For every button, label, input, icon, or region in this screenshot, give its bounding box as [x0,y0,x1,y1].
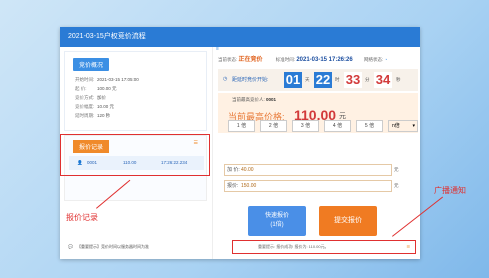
notice-text: 💬 【重要提示】竞价时间以服务器时间为准 [68,244,149,249]
broadcast-annotation: 广播通知 [434,186,466,195]
info-row: 竞价幅度: 10.00 元 [75,104,115,109]
broadcast-highlight [232,240,416,254]
window-title: 2021-03-15户权竞价流程 [60,27,420,47]
menu-icon[interactable]: ≡ [216,46,219,52]
countdown-label: 距延时竞价开始: [232,77,269,83]
countdown-minutes: 33 [344,72,362,88]
submit-bid-button[interactable]: 提交报价 [319,206,377,236]
multiplier-select[interactable]: n倍 ▾ [388,120,418,132]
countdown-panel: ◷ 距延时竞价开始: 01 天 22 时 33 分 34 秒 [218,69,418,91]
info-row: 起 价: 100.00 元 [75,86,117,91]
quick-bid-button[interactable]: 快速报价 (1倍) [248,206,306,236]
countdown-hours: 22 [314,72,332,88]
info-header: 竞价概况 [73,58,110,71]
clock-icon: ◷ [223,76,228,82]
top-bidder: 0001 [266,97,277,102]
info-row: 开始时间: 2021-03-15 17:05:00 [75,77,139,82]
status-line: ≡ 当前状态: 正在竞价 标准时间: 2021-03-15 17:26:26 网… [216,46,388,63]
multiplier-4-button[interactable]: 4 倍 [324,120,351,132]
server-time: 2021-03-15 17:26:26 [296,57,353,63]
bid-price-input[interactable]: 报价: 150.00 [224,180,392,192]
auction-info-panel: 竞价概况 开始时间: 2021-03-15 17:05:00 起 价: 100.00… [64,51,207,131]
countdown-seconds: 34 [374,72,392,88]
multiplier-3-button[interactable]: 3 倍 [292,120,319,132]
status-badge: 正在竞价 [238,57,263,63]
multiplier-5-button[interactable]: 5 倍 [356,120,383,132]
multiplier-2-button[interactable]: 2 倍 [260,120,287,132]
countdown-days: 01 [284,72,302,88]
add-price-input[interactable]: 加 价: 40.00 [224,164,392,176]
multiplier-1-button[interactable]: 1 倍 [228,120,255,132]
info-row: 竞价方式: 加价 [75,95,106,100]
right-panel: ≡ 当前状态: 正在竞价 标准时间: 2021-03-15 17:26:26 网… [212,46,420,259]
network-icon: ◔ [384,57,388,62]
info-row: 延时周期: 120 秒 [75,113,111,118]
records-highlight [60,134,210,176]
chat-icon: 💬 [68,244,73,249]
records-annotation: 报价记录 [66,213,98,222]
chevron-down-icon: ▾ [412,123,415,129]
